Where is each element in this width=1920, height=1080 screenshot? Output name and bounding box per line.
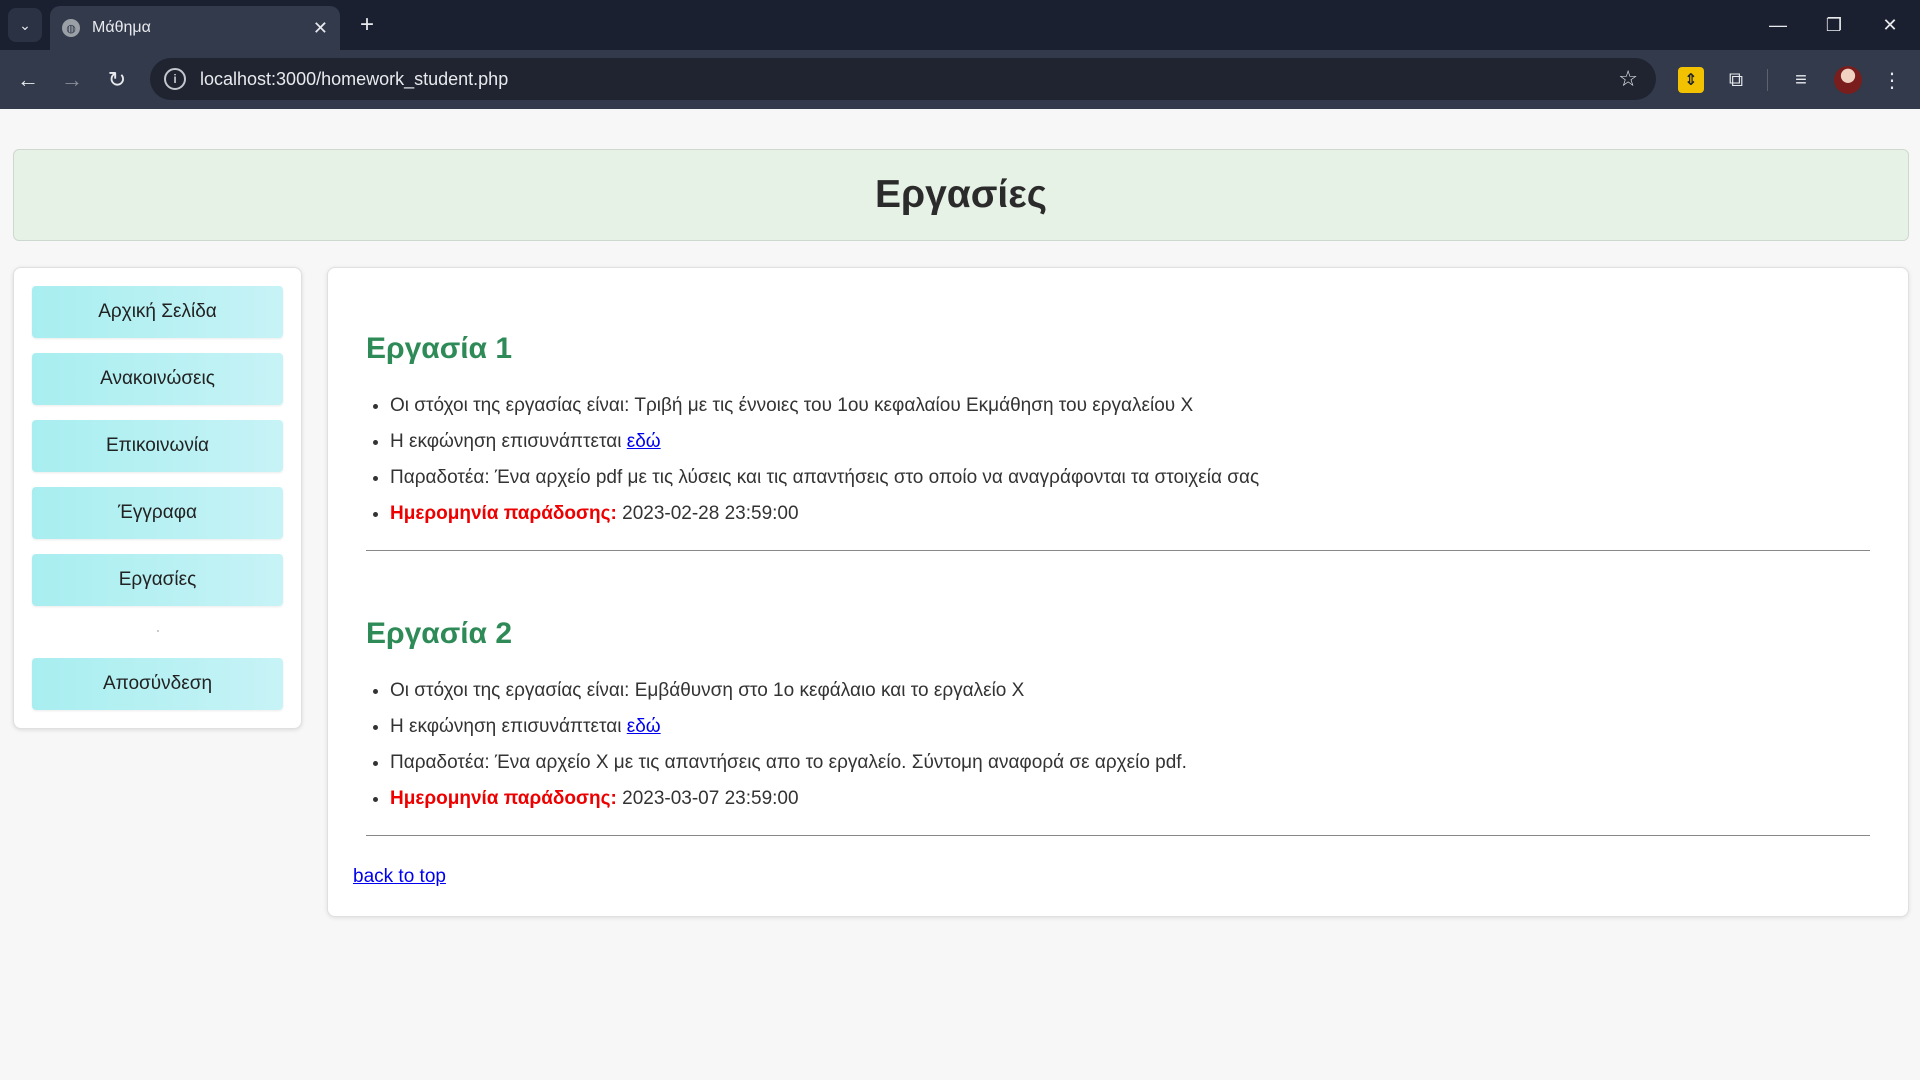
reload-icon[interactable]: ↻ bbox=[99, 62, 135, 98]
homework-item: Εργασία 2 Οι στόχοι της εργασίας είναι: … bbox=[366, 617, 1870, 836]
arrow-right-icon[interactable]: → bbox=[54, 62, 90, 98]
close-icon[interactable]: ✕ bbox=[313, 18, 328, 39]
homework-title: Εργασία 2 bbox=[366, 617, 513, 650]
sidebar-item-homework[interactable]: Εργασίες bbox=[32, 554, 283, 606]
sidebar-item-contact[interactable]: Επικοινωνία bbox=[32, 420, 283, 472]
back-to-top-link[interactable]: back to top bbox=[353, 866, 446, 888]
sidebar-item-logout[interactable]: Αποσύνδεση bbox=[32, 658, 283, 710]
page-header: Εργασίες bbox=[13, 149, 1909, 241]
statement-link[interactable]: εδώ bbox=[627, 716, 661, 737]
homework-deliverables: Παραδοτέα: Ένα αρχείο Χ με τις απαντήσει… bbox=[390, 745, 1870, 781]
sidebar-item-home[interactable]: Αρχική Σελίδα bbox=[32, 286, 283, 338]
homework-title: Εργασία 1 bbox=[366, 332, 513, 365]
arrow-left-icon[interactable]: ← bbox=[10, 62, 46, 98]
homework-statement: Η εκφώνηση επισυνάπτεται εδώ bbox=[390, 424, 1870, 460]
homework-details: Οι στόχοι της εργασίας είναι: Τριβή με τ… bbox=[366, 388, 1870, 532]
homework-statement: Η εκφώνηση επισυνάπτεται εδώ bbox=[390, 709, 1870, 745]
info-icon[interactable]: i bbox=[164, 68, 186, 90]
window-close-icon[interactable]: ✕ bbox=[1862, 0, 1918, 50]
statement-link[interactable]: εδώ bbox=[627, 431, 661, 452]
page-viewport: Εργασίες Αρχική Σελίδα Ανακοινώσεις Επικ… bbox=[0, 109, 1920, 1080]
statement-text: Η εκφώνηση επισυνάπτεται bbox=[390, 716, 622, 737]
extension-yellow-icon[interactable]: ⇕ bbox=[1678, 67, 1704, 93]
address-bar[interactable]: i localhost:3000/homework_student.php ☆ bbox=[150, 58, 1656, 100]
page-title: Εργασίες bbox=[874, 173, 1048, 216]
globe-icon: ◍ bbox=[62, 19, 80, 37]
main-content: Εργασία 1 Οι στόχοι της εργασίας είναι: … bbox=[327, 267, 1909, 917]
due-date: 2023-02-28 23:59:00 bbox=[622, 503, 799, 524]
homework-goals: Οι στόχοι της εργασίας είναι: Τριβή με τ… bbox=[390, 388, 1870, 424]
browser-tab[interactable]: ◍ Μάθημα ✕ bbox=[50, 6, 340, 50]
star-icon[interactable]: ☆ bbox=[1618, 66, 1638, 92]
sidebar-item-announcements[interactable]: Ανακοινώσεις bbox=[32, 353, 283, 405]
tab-title: Μάθημα bbox=[92, 19, 151, 36]
puzzle-icon[interactable]: ⧉ bbox=[1723, 67, 1749, 93]
homework-details: Οι στόχοι της εργασίας είναι: Εμβάθυνση … bbox=[366, 673, 1870, 817]
homework-due: Ημερομηνία παράδοσης: 2023-02-28 23:59:0… bbox=[390, 496, 1870, 532]
plus-icon[interactable]: + bbox=[352, 10, 382, 40]
chevron-down-icon[interactable]: ⌄ bbox=[8, 8, 42, 42]
tab-strip: ⌄ ◍ Μάθημα ✕ + — ❐ ✕ bbox=[0, 0, 1920, 50]
due-label: Ημερομηνία παράδοσης: bbox=[390, 788, 617, 809]
homework-item: Εργασία 1 Οι στόχοι της εργασίας είναι: … bbox=[366, 332, 1870, 551]
browser-chrome: ⌄ ◍ Μάθημα ✕ + — ❐ ✕ ← → ↻ i localhost:3… bbox=[0, 0, 1920, 109]
kebab-menu-icon[interactable]: ⋮ bbox=[1879, 67, 1905, 93]
minimize-icon[interactable]: — bbox=[1750, 0, 1806, 50]
url-text: localhost:3000/homework_student.php bbox=[200, 68, 509, 89]
separator-dot bbox=[157, 630, 159, 632]
divider bbox=[366, 550, 1870, 551]
due-label: Ημερομηνία παράδοσης: bbox=[390, 503, 617, 524]
media-queue-icon[interactable]: ≡ bbox=[1788, 67, 1814, 93]
sidebar: Αρχική Σελίδα Ανακοινώσεις Επικοινωνία Έ… bbox=[13, 267, 302, 729]
homework-goals: Οι στόχοι της εργασίας είναι: Εμβάθυνση … bbox=[390, 673, 1870, 709]
homework-due: Ημερομηνία παράδοσης: 2023-03-07 23:59:0… bbox=[390, 781, 1870, 817]
avatar[interactable] bbox=[1834, 66, 1862, 94]
restore-icon[interactable]: ❐ bbox=[1806, 0, 1862, 50]
divider bbox=[366, 835, 1870, 836]
sidebar-item-documents[interactable]: Έγγραφα bbox=[32, 487, 283, 539]
toolbar-divider bbox=[1767, 69, 1768, 91]
browser-toolbar: ← → ↻ i localhost:3000/homework_student.… bbox=[0, 50, 1920, 109]
homework-deliverables: Παραδοτέα: Ένα αρχείο pdf με τις λύσεις … bbox=[390, 460, 1870, 496]
due-date: 2023-03-07 23:59:00 bbox=[622, 788, 799, 809]
statement-text: Η εκφώνηση επισυνάπτεται bbox=[390, 431, 622, 452]
